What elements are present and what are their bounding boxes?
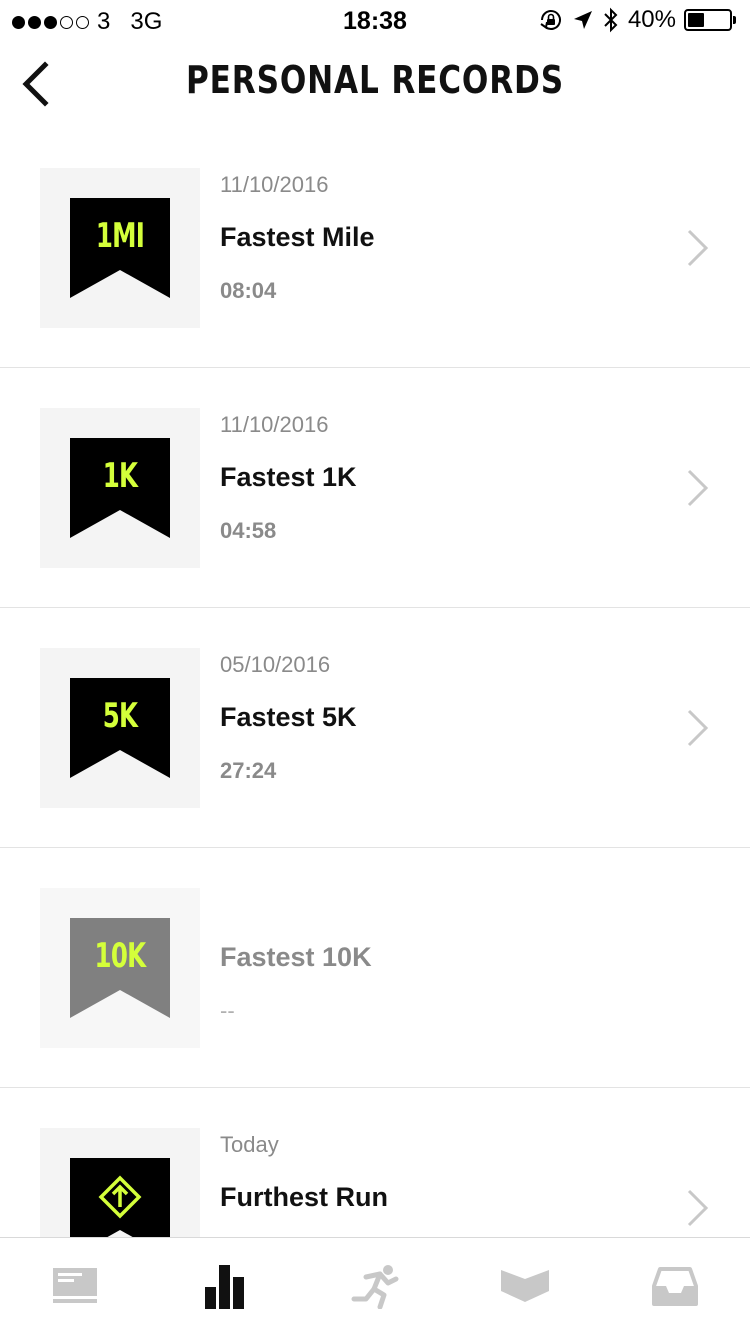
status-bar: 3 3G 18:38 40% xyxy=(0,0,750,40)
inbox-icon xyxy=(652,1267,698,1306)
chevron-right-icon xyxy=(687,469,709,507)
record-title: Fastest 5K xyxy=(220,702,357,732)
status-left: 3 3G xyxy=(12,8,162,36)
nav-header: PERSONAL RECORDS xyxy=(0,40,750,128)
rotation-lock-icon xyxy=(540,10,561,30)
tab-bar xyxy=(0,1237,750,1334)
chevron-right-icon xyxy=(687,229,709,267)
chevron-right-icon xyxy=(687,709,709,747)
record-title: Fastest 10K xyxy=(220,942,372,972)
feed-icon xyxy=(53,1268,97,1303)
record-badge: 1MI xyxy=(40,168,200,328)
badge-label: 10K xyxy=(94,936,147,976)
signal-strength-icon xyxy=(12,15,89,29)
network-type: 3G xyxy=(130,8,163,35)
record-date: 11/10/2016 xyxy=(220,172,329,197)
badge-label: 1K xyxy=(102,456,138,496)
tab-run[interactable] xyxy=(300,1238,450,1334)
record-value: 04:58 xyxy=(220,518,277,543)
record-value: 08:04 xyxy=(220,278,277,303)
chevron-left-icon xyxy=(22,61,49,107)
achievements-icon xyxy=(501,1270,549,1302)
record-date: 11/10/2016 xyxy=(220,412,329,437)
badge-label: 5K xyxy=(102,696,138,736)
chevron-right-icon xyxy=(687,1189,709,1227)
record-value: 27:24 xyxy=(220,758,277,783)
record-value: -- xyxy=(220,998,235,1023)
record-title: Fastest Mile xyxy=(220,222,375,252)
tab-inbox[interactable] xyxy=(600,1238,750,1334)
location-arrow-icon xyxy=(573,11,592,29)
record-row-fastest-1k[interactable]: 1K 11/10/2016 Fastest 1K 04:58 xyxy=(0,368,750,608)
battery-icon xyxy=(684,9,736,31)
record-title: Fastest 1K xyxy=(220,462,357,492)
record-row-fastest-5k[interactable]: 5K 05/10/2016 Fastest 5K 27:24 xyxy=(0,608,750,848)
back-button[interactable] xyxy=(10,58,58,110)
tab-activity[interactable] xyxy=(150,1238,300,1334)
page-title: PERSONAL RECORDS xyxy=(185,58,564,102)
activity-bars-icon xyxy=(205,1265,244,1309)
record-badge: 10K xyxy=(40,888,200,1048)
record-badge: 1K xyxy=(40,408,200,568)
carrier-name: 3 xyxy=(97,8,111,35)
badge-label: 1MI xyxy=(95,216,145,256)
record-badge: 5K xyxy=(40,648,200,808)
record-row-fastest-10k: 10K Fastest 10K -- xyxy=(0,848,750,1088)
battery-percentage: 40% xyxy=(627,6,676,33)
status-right: 40% xyxy=(538,6,736,34)
records-list: 1MI 11/10/2016 Fastest Mile 08:04 1K 11/… xyxy=(0,128,750,1328)
bluetooth-icon xyxy=(604,7,618,33)
record-row-fastest-mile[interactable]: 1MI 11/10/2016 Fastest Mile 08:04 xyxy=(0,128,750,368)
tab-achievements[interactable] xyxy=(450,1238,600,1334)
record-date: Today xyxy=(220,1132,279,1157)
personal-records-screen: 3 3G 18:38 40% PERSONAL RECORDS 1MI 11/1… xyxy=(0,0,750,1334)
record-date: 05/10/2016 xyxy=(220,652,331,677)
route-arrow-icon xyxy=(98,1175,142,1219)
tab-feed[interactable] xyxy=(0,1238,150,1334)
runner-icon xyxy=(351,1265,399,1309)
record-title: Furthest Run xyxy=(220,1182,388,1212)
